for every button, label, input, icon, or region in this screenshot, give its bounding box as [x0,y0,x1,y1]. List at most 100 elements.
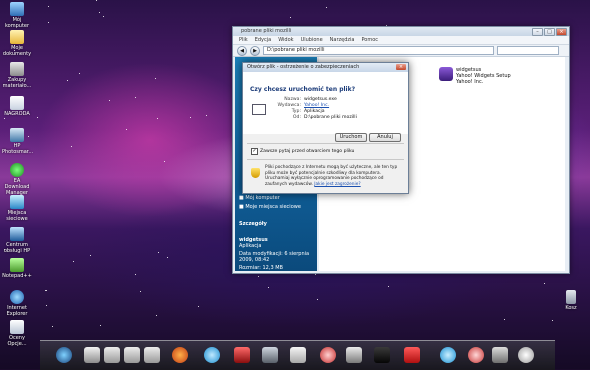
windows-start-icon[interactable] [56,347,72,363]
desktop-icon-notepad[interactable]: Notepad++ [2,258,32,279]
search-input[interactable] [497,46,559,55]
desktop-icon-ea[interactable]: EA Download Manager [2,163,32,196]
mail-icon[interactable] [290,347,306,363]
wallpaper-star [317,299,318,300]
explorer-titlebar[interactable]: pobrane pliki mozilli – □ × [233,27,569,36]
always-ask-checkbox-row[interactable]: ✓ Zawsze pytaj przed otwarciem tego plik… [251,148,354,155]
kaspersky-icon[interactable] [404,347,420,363]
desktop-icon-shopping[interactable]: Zakupy materiało... [2,62,32,89]
dialog-question: Czy chcesz uruchomić ten plik? [250,86,356,93]
clock-icon[interactable] [518,347,534,363]
desktop-icon-label: HP Photosmar... [2,143,34,155]
music-icon[interactable] [346,347,362,363]
wallpaper-star [126,129,127,130]
file-company: Yahoo! Inc. [456,79,484,85]
network-icon[interactable] [262,347,278,363]
skype-icon[interactable] [440,347,456,363]
wallpaper-star [388,286,389,287]
document-icon [10,96,24,110]
wallpaper-star [326,7,327,8]
desktop-icon-network[interactable]: Miejsca sieciowe [2,195,32,222]
wallpaper-star [48,6,49,7]
skype-icon[interactable] [204,347,220,363]
wallpaper-star [544,283,545,284]
menu-file[interactable]: Plik [239,36,248,44]
dialog-divider [247,159,404,160]
wallpaper-star [4,118,5,119]
desktop-icon-ie[interactable]: Internet Explorer [2,290,32,317]
alarm-icon[interactable] [468,347,484,363]
dialog-title: Otwórz plik - ostrzeżenie o zabezpieczen… [247,64,360,70]
wallpaper-star [290,17,291,18]
address-toolbar: ◀ ▶ D:\pobrane pliki mozilli [233,45,569,57]
always-ask-checkbox[interactable]: ✓ [251,148,258,155]
desktop-icon-hp-photosmart[interactable]: HP Photosmar... [2,128,34,155]
desktop-icon-oceny[interactable]: Oceny Opcje... [2,320,32,347]
desktop-icon-label: Oceny Opcje... [7,335,27,347]
details-heading[interactable]: Szczegóły [239,221,267,227]
disk-icon[interactable] [144,347,160,363]
sidebar-link-label: Mój komputer [245,195,280,201]
sidebar-link-network[interactable]: ■ Moje miejsca sieciowe [239,204,301,210]
window-title: pobrane pliki mozilli [241,28,292,34]
desktop-icon-documents[interactable]: Moje dokumenty [2,30,32,57]
wallpaper-star [45,290,46,291]
warning-text-block: Pliki pochodzące z Internetu mogą być uż… [265,165,401,187]
wallpaper-star [90,255,91,256]
wallpaper-star [109,100,110,101]
wallpaper-star [206,115,207,116]
wallpaper-star [158,252,159,253]
menu-edit[interactable]: Edycja [255,36,272,44]
dialog-titlebar[interactable]: Otwórz plik - ostrzeżenie o zabezpieczen… [243,63,408,72]
arrow-app-icon[interactable] [492,347,508,363]
details-size: Rozmiar: 12,3 MB [239,265,283,271]
menu-favorites[interactable]: Ulubione [301,36,323,44]
hp-center-icon [10,227,24,241]
minimize-button[interactable]: – [532,28,543,36]
desktop-icon-label: EA Download Manager [4,178,30,196]
publisher-link[interactable]: Yahoo! Inc. [304,103,329,108]
wallpaper-star [156,315,157,316]
file-item-widgetsus[interactable]: widgetsus Yahoo! Widgets Setup Yahoo! In… [439,67,511,85]
cancel-button[interactable]: Anuluj [369,133,401,142]
m-app-icon[interactable] [234,347,250,363]
maximize-button[interactable]: □ [544,28,555,36]
dialog-content: Czy chcesz uruchomić ten plik? Nazwa: wid… [243,72,408,134]
disk-icon[interactable] [124,347,140,363]
forward-button[interactable]: ▶ [250,45,260,56]
menu-tools[interactable]: Narzędzia [330,36,355,44]
close-button[interactable]: × [396,64,406,70]
sidebar-link-label: Moje miejsca sieciowe [245,204,301,210]
ea-icon [10,163,24,177]
wallpaper-star [67,80,68,81]
desktop-icon-trash[interactable]: Kosz [556,290,586,311]
firefox-icon[interactable] [172,347,188,363]
from-value: D:\pobrane pliki mozilli [304,115,357,120]
wallpaper-star [100,325,101,326]
desktop-icon-label: Internet Explorer [6,305,28,317]
address-field[interactable]: D:\pobrane pliki mozilli [263,46,494,55]
desktop-icon-computer[interactable]: Mój komputer [2,2,32,29]
desktop-icon-hp-center[interactable]: Centrum obsługi HP [2,227,32,254]
media-icon[interactable] [320,347,336,363]
risk-info-link[interactable]: Jakie jest zagrożenie? [314,182,360,187]
wallpaper-star [71,146,72,147]
close-button[interactable]: × [556,28,567,36]
desktop-icon-nagroda[interactable]: NAGRODA [2,96,32,117]
menu-view[interactable]: Widok [278,36,293,44]
desktop-icon-label: Moje dokumenty [2,45,32,57]
ie-icon [10,290,24,304]
wallpaper-star [48,22,49,23]
documents-folder-icon [10,30,24,44]
dialog-divider [247,143,404,144]
security-warning-dialog: Otwórz plik - ostrzeżenie o zabezpieczen… [242,62,409,194]
run-button[interactable]: Uruchom [335,133,367,142]
desktop-icon-label: Mój komputer [4,17,30,29]
back-button[interactable]: ◀ [237,45,247,56]
warning-shield-icon [251,168,260,178]
menu-help[interactable]: Pomoc [361,36,378,44]
dark-app-icon[interactable] [374,347,390,363]
drive-icon[interactable] [84,347,100,363]
disk-icon[interactable] [104,347,120,363]
sidebar-link-computer[interactable]: ■ Mój komputer [239,195,280,201]
